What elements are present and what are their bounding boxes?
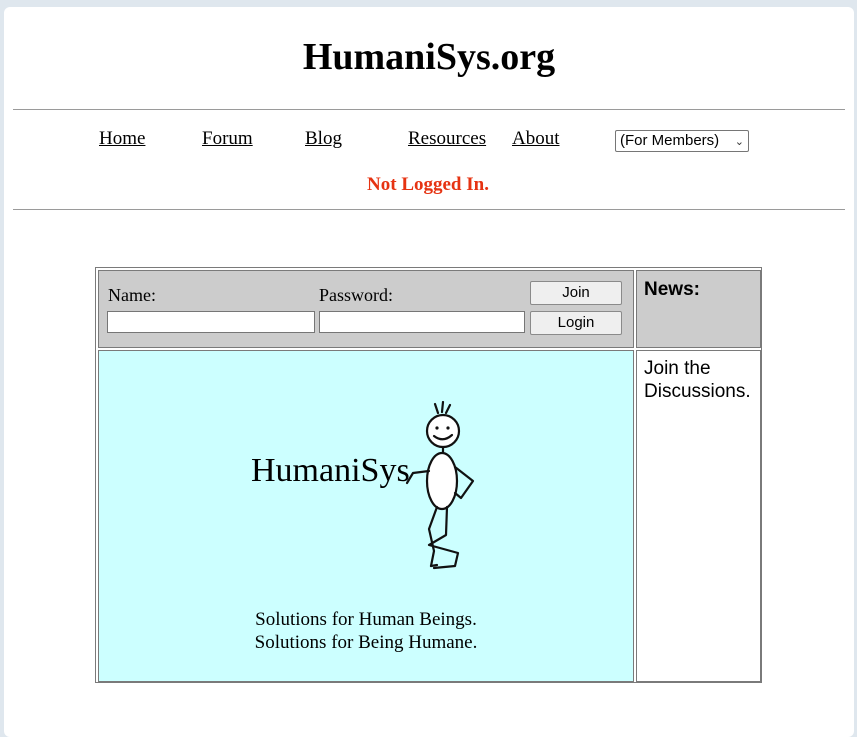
password-input[interactable] — [319, 311, 525, 333]
login-button[interactable]: Login — [530, 311, 622, 335]
login-status: Not Logged In. — [367, 174, 489, 195]
site-title: HumaniSys.org — [302, 36, 556, 78]
sidebar-panel: Join the Discussions. — [636, 350, 761, 682]
news-panel: News: — [636, 270, 761, 348]
login-panel: Name: Password: Join Login — [98, 270, 634, 348]
nav-about-link[interactable]: About — [512, 128, 560, 150]
tagline-line-2: Solutions for Being Humane. — [254, 632, 478, 653]
humanisys-logo: HumaniSys — [251, 401, 475, 570]
join-button[interactable]: Join — [530, 281, 622, 305]
members-select-value: (For Members) — [620, 132, 720, 149]
nav-home-link[interactable]: Home — [99, 128, 145, 150]
logo-wordmark: HumaniSys — [251, 452, 410, 489]
news-heading: News: — [644, 279, 700, 300]
bottom-divider — [13, 209, 845, 210]
page: HumaniSys.org Home Forum Blog Resources … — [4, 7, 854, 737]
name-input[interactable] — [107, 311, 315, 333]
main-table: Name: Password: Join Login News: HumaniS… — [95, 267, 762, 683]
chevron-down-icon: ⌄ — [734, 136, 744, 148]
password-label: Password: — [319, 285, 394, 305]
name-label: Name: — [108, 285, 156, 305]
nav-resources-link[interactable]: Resources — [408, 128, 486, 150]
members-select[interactable]: (For Members) ⌄ — [615, 130, 749, 152]
join-discussions-text: Join the Discussions. — [644, 358, 751, 402]
top-divider — [13, 109, 845, 110]
tagline-line-1: Solutions for Human Beings. — [255, 609, 477, 630]
nav-blog-link[interactable]: Blog — [305, 128, 342, 150]
hero-panel: HumaniSys Solutions for Human Beings. So… — [98, 350, 634, 682]
nav-forum-link[interactable]: Forum — [202, 128, 253, 150]
stick-figure-icon — [405, 401, 475, 570]
